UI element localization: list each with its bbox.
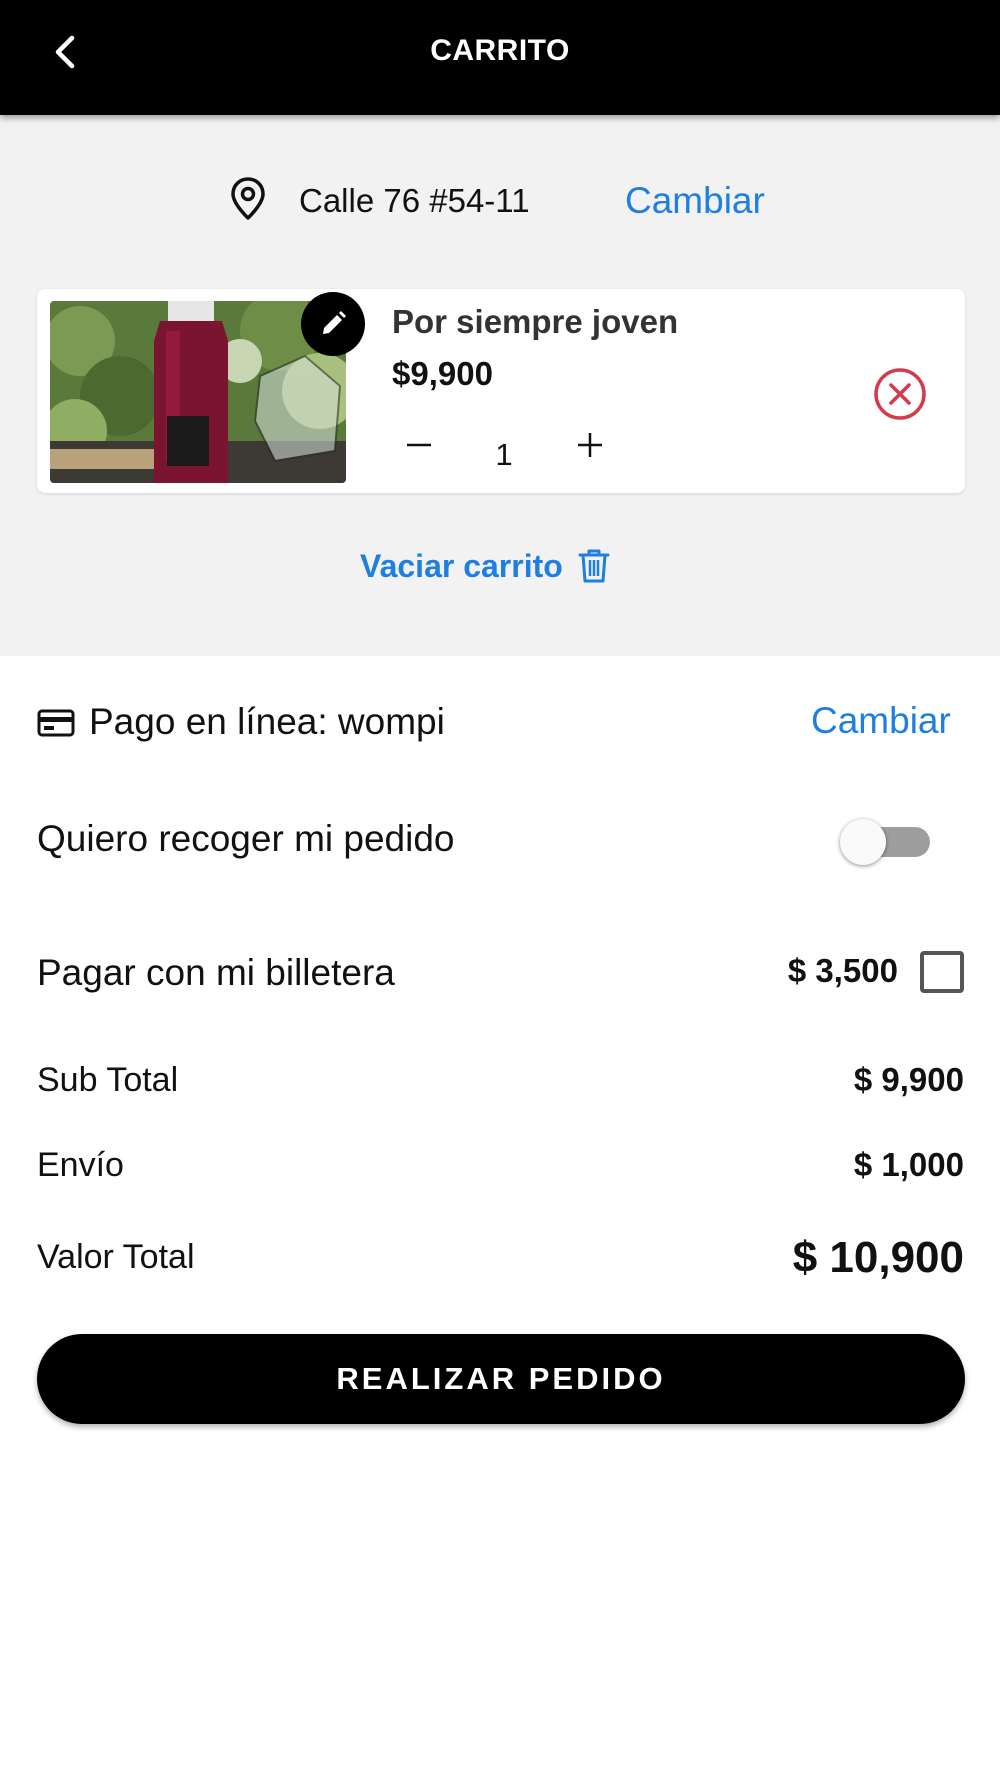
empty-cart-label: Vaciar carrito	[360, 547, 563, 584]
change-address-link[interactable]: Cambiar	[625, 180, 765, 222]
app-bar: CARRITO	[0, 0, 1000, 115]
product-price: $9,900	[392, 355, 493, 392]
change-payment-link[interactable]: Cambiar	[811, 700, 951, 742]
edit-item-button[interactable]	[301, 292, 365, 356]
trash-icon	[578, 549, 610, 583]
empty-cart-button[interactable]: Vaciar carrito	[360, 544, 611, 588]
shipping-label: Envío	[37, 1146, 124, 1184]
payment-method-text: Pago en línea: wompi	[89, 701, 445, 742]
delivery-address-row: Calle 76 #54-11	[0, 176, 1000, 226]
total-label: Valor Total	[37, 1238, 195, 1276]
remove-item-icon[interactable]	[872, 366, 928, 422]
increase-quantity-icon[interactable]	[570, 425, 610, 465]
pickup-toggle[interactable]	[840, 819, 935, 865]
credit-card-icon	[37, 709, 75, 737]
product-name: Por siempre joven	[392, 303, 679, 340]
quantity-value: 1	[495, 437, 513, 472]
page-title: CARRITO	[430, 34, 570, 67]
location-pin-icon	[231, 177, 265, 220]
decrease-quantity-icon[interactable]	[399, 425, 439, 465]
pickup-label: Quiero recoger mi pedido	[37, 818, 455, 859]
subtotal-value: $ 9,900	[853, 1061, 964, 1098]
wallet-checkbox[interactable]	[920, 951, 964, 993]
toggle-thumb	[840, 819, 886, 865]
pencil-icon	[323, 311, 346, 334]
wallet-amount: $ 3,500	[787, 952, 898, 989]
subtotal-label: Sub Total	[37, 1061, 179, 1099]
place-order-button[interactable]: REALIZAR PEDIDO	[37, 1334, 965, 1424]
address-text: Calle 76 #54-11	[299, 182, 530, 219]
shipping-value: $ 1,000	[853, 1146, 964, 1183]
total-value: $ 10,900	[792, 1233, 964, 1282]
wallet-label: Pagar con mi billetera	[37, 952, 395, 993]
